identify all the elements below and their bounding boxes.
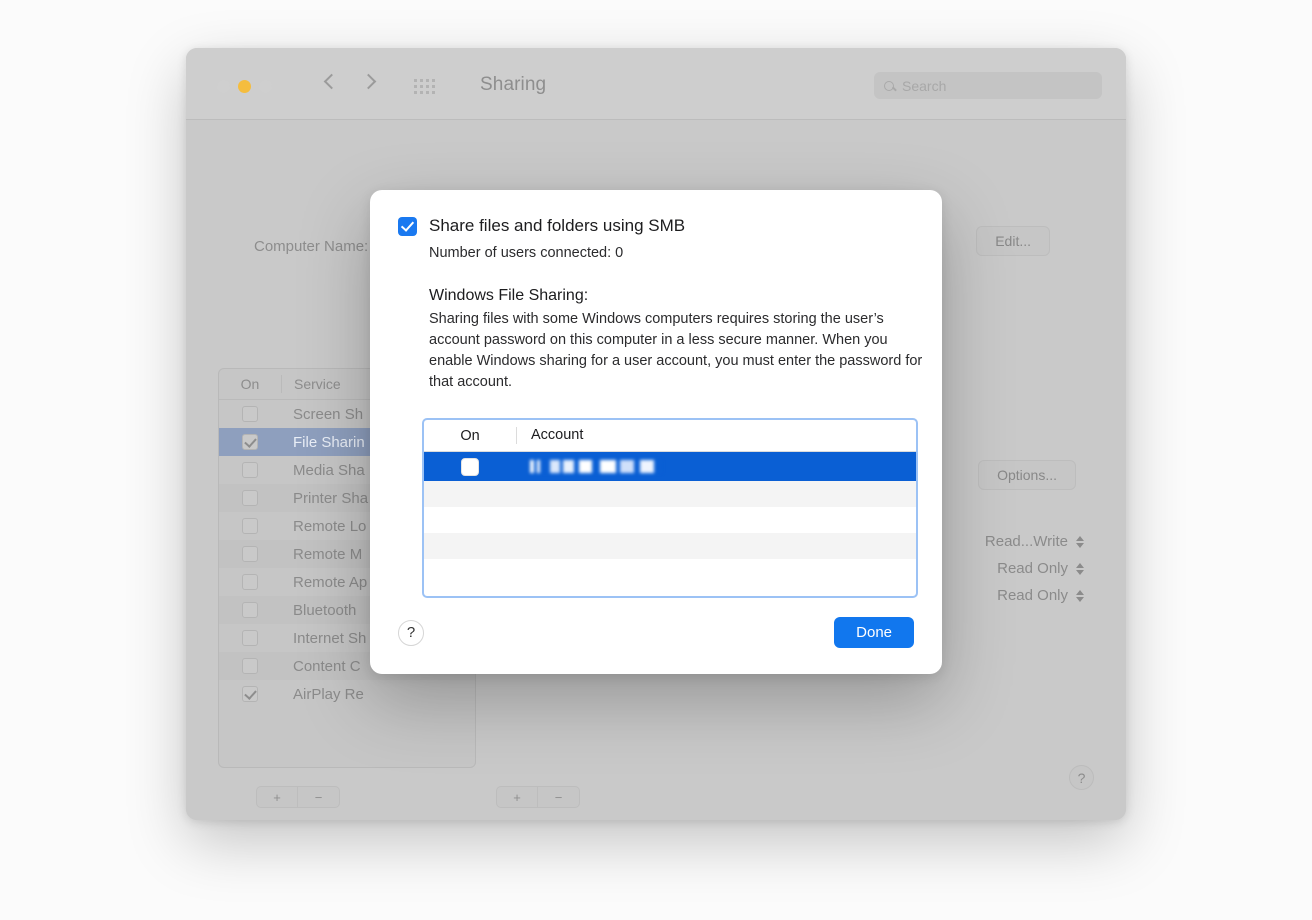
permission-popup[interactable]: Read...Write xyxy=(952,528,1084,555)
permission-popup[interactable]: Read Only xyxy=(952,555,1084,582)
service-name-label: Internet Sh xyxy=(281,630,366,647)
chevron-updown-icon xyxy=(1076,563,1084,575)
chevron-updown-icon xyxy=(1076,536,1084,548)
service-checkbox-cell xyxy=(219,574,281,590)
accounts-col-account: Account xyxy=(516,427,916,444)
service-checkbox[interactable] xyxy=(242,462,258,478)
service-checkbox-cell xyxy=(219,462,281,478)
service-checkbox[interactable] xyxy=(242,434,258,450)
page-title: Sharing xyxy=(480,74,546,96)
service-checkbox[interactable] xyxy=(242,630,258,646)
zoom-button[interactable] xyxy=(259,80,272,93)
service-checkbox[interactable] xyxy=(242,490,258,506)
add-folder-button[interactable]: + xyxy=(496,786,538,808)
sheet-footer: ? Done xyxy=(398,617,914,648)
service-checkbox[interactable] xyxy=(242,546,258,562)
service-name-label: Remote Ap xyxy=(281,574,367,591)
add-user-button[interactable]: + xyxy=(256,786,298,808)
service-checkbox-cell xyxy=(219,602,281,618)
account-row[interactable] xyxy=(424,559,916,585)
service-checkbox[interactable] xyxy=(242,602,258,618)
traffic-light-buttons xyxy=(217,80,272,93)
smb-checkbox[interactable] xyxy=(398,217,417,236)
computer-name-label: Computer Name: xyxy=(254,238,368,255)
window-help-button[interactable]: ? xyxy=(1069,765,1094,790)
service-checkbox-cell xyxy=(219,406,281,422)
account-name-redacted xyxy=(530,460,662,473)
service-name-label: AirPlay Re xyxy=(281,686,364,703)
service-checkbox[interactable] xyxy=(242,686,258,702)
service-name-label: Remote Lo xyxy=(281,518,366,535)
search-field[interactable]: Search xyxy=(874,72,1102,99)
service-name-label: File Sharin xyxy=(281,434,365,451)
service-name-label: Bluetooth xyxy=(281,602,356,619)
sheet-help-button[interactable]: ? xyxy=(398,620,424,646)
forward-arrow-icon[interactable] xyxy=(361,74,377,90)
service-checkbox-cell xyxy=(219,490,281,506)
permission-popup[interactable]: Read Only xyxy=(952,582,1084,609)
remove-user-button[interactable]: − xyxy=(298,786,340,808)
minimize-button[interactable] xyxy=(238,80,251,93)
options-button[interactable]: Options... xyxy=(978,460,1076,490)
users-add-remove-segmented: + − xyxy=(256,786,340,808)
accounts-row-container xyxy=(424,452,916,585)
service-checkbox-cell xyxy=(219,658,281,674)
account-row[interactable] xyxy=(424,452,916,481)
service-checkbox-cell xyxy=(219,518,281,534)
accounts-col-on: On xyxy=(424,428,516,444)
service-row[interactable]: AirPlay Re xyxy=(219,680,475,708)
windows-file-sharing-title: Windows File Sharing: xyxy=(429,287,914,305)
permission-value: Read Only xyxy=(997,587,1068,604)
remove-folder-button[interactable]: − xyxy=(538,786,580,808)
account-row[interactable] xyxy=(424,533,916,559)
service-checkbox-cell xyxy=(219,546,281,562)
window-titlebar: Sharing Search xyxy=(186,48,1126,120)
search-icon xyxy=(884,81,894,91)
service-checkbox-cell xyxy=(219,630,281,646)
windows-file-sharing-description: Sharing files with some Windows computer… xyxy=(429,309,929,393)
users-connected-text: Number of users connected: 0 xyxy=(429,245,914,261)
close-button[interactable] xyxy=(217,80,230,93)
done-button[interactable]: Done xyxy=(834,617,914,648)
account-row[interactable] xyxy=(424,481,916,507)
service-name-label: Media Sha xyxy=(281,462,365,479)
chevron-updown-icon xyxy=(1076,590,1084,602)
service-checkbox[interactable] xyxy=(242,406,258,422)
service-checkbox[interactable] xyxy=(242,574,258,590)
smb-checkbox-row[interactable]: Share files and folders using SMB xyxy=(398,216,914,236)
permission-value: Read...Write xyxy=(985,533,1068,550)
show-all-grid-icon[interactable] xyxy=(414,79,436,95)
account-row[interactable] xyxy=(424,507,916,533)
smb-checkbox-label: Share files and folders using SMB xyxy=(429,216,685,236)
permissions-list: Read...Write Read Only Read Only xyxy=(952,528,1084,609)
back-arrow-icon[interactable] xyxy=(324,74,340,90)
service-checkbox-cell xyxy=(219,686,281,702)
accounts-table-header: On Account xyxy=(424,420,916,452)
edit-button[interactable]: Edit... xyxy=(976,226,1050,256)
screen: Sharing Search Computer Name: Edit... On… xyxy=(0,0,1312,920)
service-name-label: Screen Sh xyxy=(281,406,363,423)
service-name-label: Content C xyxy=(281,658,361,675)
smb-options-sheet: Share files and folders using SMB Number… xyxy=(370,190,942,674)
search-placeholder: Search xyxy=(902,78,946,94)
service-checkbox[interactable] xyxy=(242,518,258,534)
navigation-arrows xyxy=(326,76,374,87)
services-col-on: On xyxy=(219,376,281,392)
service-checkbox-cell xyxy=(219,434,281,450)
shared-folder-add-remove-segmented: + − xyxy=(496,786,580,808)
service-checkbox[interactable] xyxy=(242,658,258,674)
service-name-label: Remote M xyxy=(281,546,362,563)
account-checkbox[interactable] xyxy=(461,458,479,476)
permission-value: Read Only xyxy=(997,560,1068,577)
service-name-label: Printer Sha xyxy=(281,490,368,507)
account-checkbox-cell xyxy=(424,458,516,476)
accounts-table[interactable]: On Account xyxy=(422,418,918,598)
